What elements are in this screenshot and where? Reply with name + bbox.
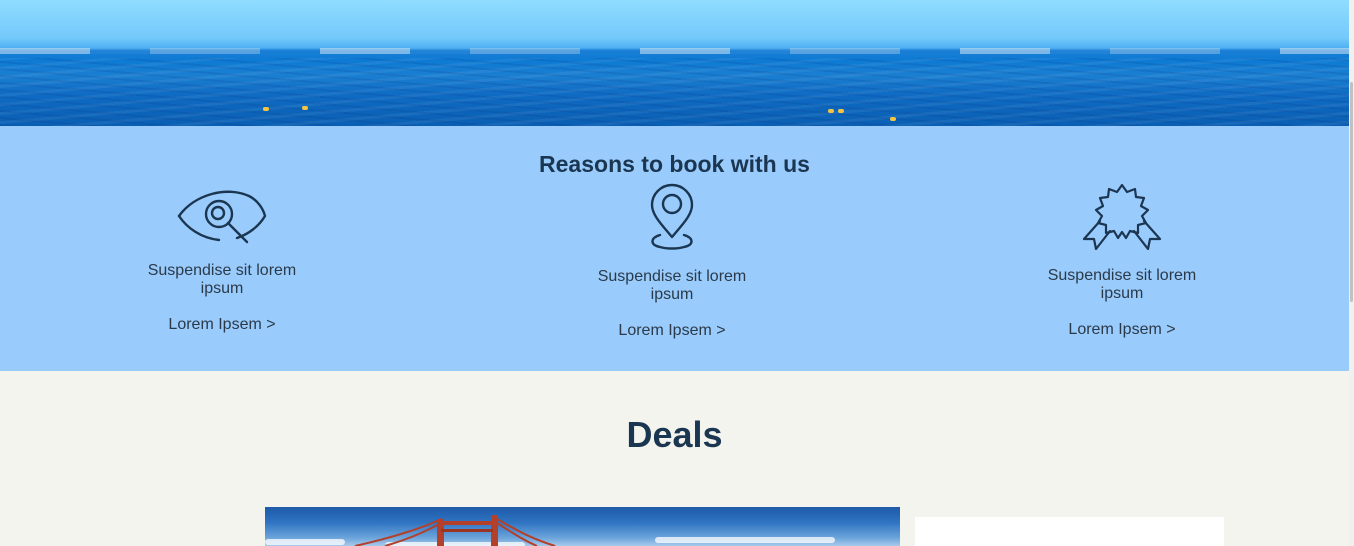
reason-description: Suspendise sit lorem ipsum xyxy=(1047,267,1197,302)
reason-description: Suspendise sit lorem ipsum xyxy=(147,262,297,297)
deal-image-golden-gate[interactable] xyxy=(265,507,900,546)
deal-card[interactable] xyxy=(915,517,1224,546)
buoy xyxy=(263,107,269,111)
reasons-section: Reasons to book with us Suspendise sit l… xyxy=(0,126,1349,371)
hero-ocean-image xyxy=(0,0,1349,126)
page: Reasons to book with us Suspendise sit l… xyxy=(0,0,1354,546)
reason-description: Suspendise sit lorem ipsum xyxy=(597,268,747,303)
reason-link[interactable]: Lorem Ipsem > xyxy=(1068,321,1175,339)
reason-item: Suspendise sit lorem ipsum Lorem Ipsem > xyxy=(122,188,322,334)
water-ripples xyxy=(0,58,1349,126)
map-pin-icon xyxy=(648,183,696,251)
eye-search-icon xyxy=(177,188,267,246)
horizon-foam xyxy=(0,48,1349,54)
buoy xyxy=(302,106,308,110)
reason-item: Suspendise sit lorem ipsum Lorem Ipsem > xyxy=(1022,183,1222,339)
scrollbar[interactable] xyxy=(1349,0,1354,546)
reason-link[interactable]: Lorem Ipsem > xyxy=(168,316,275,334)
buoy xyxy=(838,109,844,113)
scrollbar-thumb[interactable] xyxy=(1350,82,1353,302)
reasons-title: Reasons to book with us xyxy=(539,151,810,177)
reason-item: Suspendise sit lorem ipsum Lorem Ipsem > xyxy=(572,183,772,340)
award-badge-icon xyxy=(1080,183,1164,251)
buoy xyxy=(828,109,834,113)
buoy xyxy=(890,117,896,121)
bridge-tower xyxy=(354,515,556,546)
deals-title: Deals xyxy=(626,414,723,455)
reason-link[interactable]: Lorem Ipsem > xyxy=(618,322,725,340)
